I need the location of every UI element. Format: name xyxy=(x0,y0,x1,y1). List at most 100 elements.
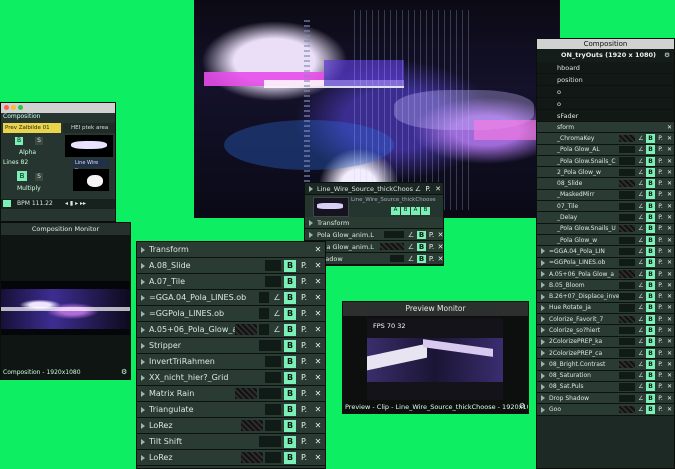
composition-menu-item[interactable]: o xyxy=(537,86,674,98)
close-icon[interactable]: ✕ xyxy=(665,271,674,278)
close-icon[interactable]: ✕ xyxy=(665,327,674,334)
p-button[interactable]: P. xyxy=(656,361,665,368)
bypass-button[interactable]: B xyxy=(646,190,655,200)
expand-icon[interactable] xyxy=(541,271,545,277)
gear-icon[interactable]: ⚙ xyxy=(121,368,127,376)
p-button[interactable]: P. xyxy=(656,214,665,221)
effect-row[interactable]: LoRez B P. ✕ xyxy=(137,450,325,466)
bypass-button[interactable]: B xyxy=(284,387,296,400)
p-button[interactable]: P. xyxy=(297,389,311,398)
gear-icon[interactable]: ⚙ xyxy=(519,402,525,410)
edit-icon[interactable]: ∠ xyxy=(637,271,645,278)
composition-effect-row[interactable]: _Pola Glow.Snails_U ∠ B P. ✕ xyxy=(537,223,674,235)
composition-effect-row[interactable]: =GGPola_LINES.ob ∠ B P. ✕ xyxy=(537,257,674,269)
composition-effect-row[interactable]: _MaskedMirr ∠ B P. ✕ xyxy=(537,189,674,202)
close-icon[interactable]: ✕ xyxy=(665,316,674,323)
p-button[interactable]: P. xyxy=(297,405,311,414)
bypass-button[interactable]: B xyxy=(284,307,296,320)
effect-row[interactable]: InvertTriRahmen B P. ✕ xyxy=(137,354,325,370)
bypass-button[interactable]: B xyxy=(646,348,655,358)
bypass-button[interactable]: B xyxy=(646,133,655,143)
bypass-button[interactable]: B xyxy=(646,314,655,324)
bypass-button[interactable]: B xyxy=(646,235,655,245)
close-icon[interactable]: ✕ xyxy=(311,309,325,318)
bypass-button[interactable]: B xyxy=(284,435,296,448)
bypass-button[interactable]: B xyxy=(284,355,296,368)
bypass-button[interactable]: B xyxy=(646,303,655,313)
b-button-2[interactable]: B xyxy=(17,171,27,181)
close-icon[interactable]: ✕ xyxy=(665,350,674,357)
close-icon[interactable]: ✕ xyxy=(311,453,325,462)
expand-icon[interactable] xyxy=(141,438,145,445)
edit-icon[interactable]: ∠ xyxy=(637,248,645,255)
close-icon[interactable]: ✕ xyxy=(311,341,325,350)
blend-mode[interactable]: Multiply xyxy=(17,185,41,192)
expand-icon[interactable] xyxy=(541,259,545,266)
close-icon[interactable]: ✕ xyxy=(665,191,674,198)
bypass-button[interactable]: B xyxy=(646,258,655,268)
expand-icon[interactable] xyxy=(141,310,145,317)
p-button[interactable]: P. xyxy=(656,350,665,357)
effect-row[interactable]: A.08_Slide B P. ✕ xyxy=(137,258,325,274)
clip-slot-3[interactable]: Line Wire Sour xyxy=(73,159,109,174)
composition-effect-row[interactable]: =GGA.04_Pola_LIN ∠ B P. ✕ xyxy=(537,246,674,258)
composition-menu-item[interactable]: sFader xyxy=(537,110,674,122)
composition-effect-row[interactable]: 08_Sat.Puls ∠ B P. ✕ xyxy=(537,381,674,394)
close-icon[interactable]: ✕ xyxy=(665,169,674,176)
p-button[interactable]: P. xyxy=(297,421,311,430)
edit-icon[interactable]: ∠ xyxy=(271,325,283,334)
edit-icon[interactable]: ∠ xyxy=(413,185,423,193)
composition-effect-row[interactable]: 2_Pola Glow_w ∠ B P. ✕ xyxy=(537,167,674,179)
line-wire-row[interactable]: Pola Glow_anim.L ∠ B P. ✕ xyxy=(305,229,443,241)
edit-icon[interactable]: ∠ xyxy=(637,180,645,187)
expand-icon[interactable] xyxy=(541,338,545,345)
p-button[interactable]: P. xyxy=(656,248,665,255)
p-button[interactable]: P. xyxy=(656,282,665,289)
edit-icon[interactable]: ∠ xyxy=(637,282,645,289)
p-button[interactable]: P. xyxy=(297,293,311,302)
expand-icon[interactable] xyxy=(541,406,545,413)
clip-slot-1[interactable]: Prev Zalbilde 01 xyxy=(3,123,61,133)
p-button[interactable]: P. xyxy=(297,277,311,286)
close-icon[interactable]: ✕ xyxy=(665,237,674,244)
composition-effect-row[interactable]: A.05+06_Pola Glow_a ∠ B P. ✕ xyxy=(537,268,674,281)
expand-icon[interactable] xyxy=(141,406,145,413)
effect-row[interactable]: A.07_Tile B P. ✕ xyxy=(137,274,325,290)
expand-icon[interactable] xyxy=(541,395,545,402)
close-icon[interactable]: ✕ xyxy=(665,158,674,165)
bypass-button[interactable]: B xyxy=(646,359,655,369)
close-icon[interactable]: ✕ xyxy=(665,372,674,379)
clip-slot-2[interactable]: HEI ptek area xyxy=(63,123,115,133)
close-icon[interactable]: ✕ xyxy=(665,203,674,210)
close-icon[interactable]: ✕ xyxy=(665,338,674,345)
p-button[interactable]: P. xyxy=(656,146,665,153)
close-icon[interactable]: ✕ xyxy=(665,259,674,266)
p-button[interactable]: P. xyxy=(297,453,311,462)
s-button[interactable]: S xyxy=(35,137,43,145)
mini-a-button[interactable]: A xyxy=(391,207,400,215)
expand-icon[interactable] xyxy=(141,278,145,285)
effect-row[interactable]: Matrix Rain B P. ✕ xyxy=(137,386,325,402)
composition-effect-row[interactable]: _Pola Glow_AL ∠ B P. ✕ xyxy=(537,144,674,156)
composition-menu-item[interactable]: position xyxy=(537,74,674,86)
expand-icon[interactable] xyxy=(541,282,545,289)
bypass-button[interactable]: B xyxy=(646,337,655,347)
p-button[interactable]: P. xyxy=(656,191,665,198)
composition-effect-row[interactable]: 2ColorizePREP_ka ∠ B P. ✕ xyxy=(537,336,674,348)
gear-icon[interactable]: ⚙ xyxy=(664,49,670,62)
effect-row[interactable]: Tilt Shift B P. ✕ xyxy=(137,434,325,450)
p-button[interactable]: P. xyxy=(656,316,665,323)
composition-effect-row[interactable]: Drop Shadow ∠ B P. ✕ xyxy=(537,393,674,405)
bypass-button[interactable]: B xyxy=(646,269,655,279)
bypass-button[interactable]: B xyxy=(284,339,296,352)
close-icon[interactable]: ✕ xyxy=(665,361,674,368)
bypass-button[interactable]: B xyxy=(284,371,296,384)
line-wire-thumbnail[interactable] xyxy=(313,197,349,217)
p-button[interactable]: P. xyxy=(423,185,433,193)
bypass-button[interactable]: B xyxy=(284,451,296,464)
bypass-button[interactable]: B xyxy=(646,325,655,335)
bypass-button[interactable]: B xyxy=(646,405,655,415)
p-button[interactable]: P. xyxy=(656,169,665,176)
bypass-button[interactable]: B xyxy=(284,419,296,432)
composition-effect-row[interactable]: 07_Tile ∠ B P. ✕ xyxy=(537,201,674,213)
